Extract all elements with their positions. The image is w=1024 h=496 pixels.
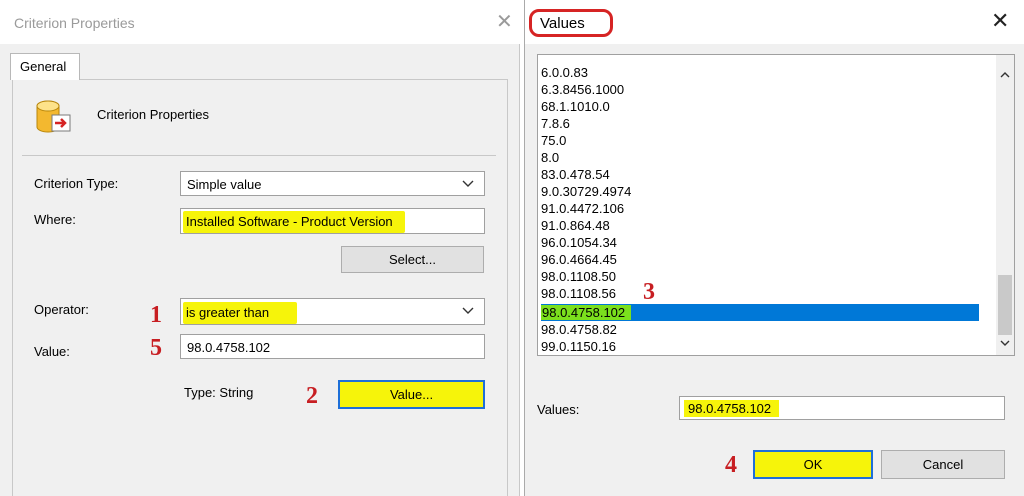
- criterion-properties-dialog: Criterion Properties ✕ General Criterion…: [0, 0, 520, 496]
- database-icon: [36, 100, 71, 133]
- list-item[interactable]: 7.8.6: [541, 115, 570, 132]
- list-item[interactable]: 75.0: [541, 132, 566, 149]
- cancel-button-label: Cancel: [922, 457, 964, 472]
- annotation-number-2: 2: [306, 383, 318, 409]
- operator-label: Operator:: [34, 302, 89, 317]
- ok-button-label: OK: [803, 457, 823, 472]
- list-item[interactable]: 9.0.30729.4974: [541, 183, 631, 200]
- values-listbox[interactable]: 6.0.0.83 6.3.8456.1000 68.1.1010.0 7.8.6…: [537, 54, 1015, 356]
- operator-value: is greater than: [183, 302, 298, 324]
- cancel-button[interactable]: Cancel: [881, 450, 1005, 479]
- tab-general-label: General: [20, 59, 67, 74]
- list-item[interactable]: 96.0.4664.45: [541, 251, 617, 268]
- values-titlebar: Values ✕: [525, 0, 1024, 44]
- list-item[interactable]: 98.0.1108.50: [541, 268, 616, 285]
- select-button-label: Select...: [389, 252, 436, 267]
- tab-general[interactable]: General: [10, 53, 80, 80]
- value-button[interactable]: Value...: [338, 380, 485, 409]
- criterion-dialog-title: Criterion Properties: [14, 15, 135, 31]
- list-item[interactable]: 8.0: [541, 149, 559, 166]
- close-icon[interactable]: ✕: [991, 10, 1009, 32]
- value-button-label: Value...: [389, 387, 434, 402]
- values-input-text: 98.0.4758.102: [684, 400, 780, 417]
- values-title-callout: Values: [529, 9, 613, 37]
- selected-item-text: 98.0.4758.102: [541, 305, 632, 320]
- scrollbar-thumb[interactable]: [998, 275, 1012, 335]
- chevron-down-icon: [462, 307, 474, 314]
- where-label: Where:: [34, 212, 76, 227]
- annotation-number-1: 1: [150, 302, 162, 328]
- list-item[interactable]: 6.3.8456.1000: [541, 81, 624, 98]
- list-item[interactable]: 6.0.0.83: [541, 64, 588, 81]
- criterion-type-value: Simple value: [187, 177, 262, 192]
- where-value: Installed Software - Product Version: [183, 211, 405, 233]
- scroll-down-icon[interactable]: [1000, 339, 1010, 347]
- select-button[interactable]: Select...: [341, 246, 484, 273]
- criterion-type-label: Criterion Type:: [34, 176, 119, 191]
- type-string-text: Type: String: [184, 385, 254, 400]
- values-label: Values:: [537, 402, 580, 417]
- where-field[interactable]: Installed Software - Product Version: [180, 208, 485, 234]
- list-item[interactable]: 98.0.1108.56: [541, 285, 616, 302]
- list-item[interactable]: 96.0.1054.34: [541, 234, 617, 251]
- list-item[interactable]: 68.1.1010.0: [541, 98, 610, 115]
- value-field[interactable]: 98.0.4758.102: [180, 334, 485, 359]
- chevron-down-icon: [462, 180, 474, 187]
- list-item[interactable]: 83.0.478.54: [541, 166, 610, 183]
- header-divider: [22, 155, 496, 156]
- annotation-number-3: 3: [643, 279, 655, 305]
- values-input[interactable]: 98.0.4758.102: [679, 396, 1005, 420]
- criterion-header-text: Criterion Properties: [97, 107, 209, 122]
- values-dialog: Values ✕ 6.0.0.83 6.3.8456.1000 68.1.101…: [524, 0, 1024, 496]
- annotation-number-5: 5: [150, 335, 162, 361]
- values-dialog-title: Values: [540, 15, 585, 32]
- value-label: Value:: [34, 344, 70, 359]
- general-panel: [12, 79, 508, 496]
- list-item[interactable]: 91.0.864.48: [541, 217, 610, 234]
- list-item[interactable]: 98.0.4758.82: [541, 321, 617, 338]
- listbox-scrollbar[interactable]: [996, 55, 1014, 355]
- scroll-up-icon[interactable]: [1000, 71, 1010, 79]
- criterion-titlebar: Criterion Properties ✕: [0, 0, 520, 44]
- close-icon[interactable]: ✕: [496, 12, 513, 32]
- annotation-number-4: 4: [725, 452, 737, 478]
- value-field-text: 98.0.4758.102: [187, 340, 271, 355]
- list-item[interactable]: 91.0.4472.106: [541, 200, 624, 217]
- ok-button[interactable]: OK: [753, 450, 873, 479]
- criterion-type-select[interactable]: Simple value: [180, 171, 485, 196]
- operator-select[interactable]: is greater than: [180, 298, 485, 325]
- list-item-selected[interactable]: 98.0.4758.102: [541, 304, 979, 321]
- list-item[interactable]: 99.0.1150.16: [541, 338, 616, 355]
